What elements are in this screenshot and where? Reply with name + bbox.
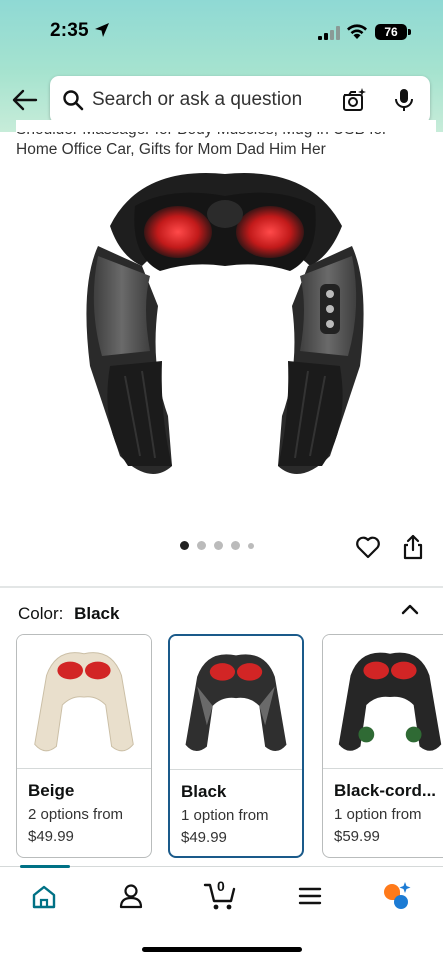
- color-option-count: 2 options from: [28, 806, 124, 823]
- home-icon[interactable]: [31, 884, 57, 910]
- nav-active-indicator: [20, 865, 70, 868]
- product-title[interactable]: Shoulder Massager for Body Muscles, Mug …: [16, 120, 436, 160]
- user-icon[interactable]: [119, 883, 143, 909]
- back-arrow-icon[interactable]: [12, 88, 38, 112]
- color-option-image: [323, 635, 443, 767]
- menu-icon[interactable]: [298, 886, 322, 906]
- color-option-card-black-cordless[interactable]: Black-cord... 1 option from $59.99: [322, 634, 443, 858]
- color-option-price: $49.99: [181, 829, 227, 846]
- card-separator: [17, 768, 151, 769]
- color-option-name: Beige: [28, 781, 75, 800]
- carousel-dot[interactable]: [180, 541, 189, 550]
- location-arrow-icon: [95, 23, 109, 37]
- carousel-dot[interactable]: [231, 541, 240, 550]
- color-options-list[interactable]: Beige 2 options from $49.99 Black 1 opti…: [16, 634, 443, 860]
- carousel-dot[interactable]: [214, 541, 223, 550]
- cart-count-badge: 0: [217, 878, 225, 894]
- color-selected-value: Black: [74, 604, 120, 623]
- home-indicator: [142, 947, 302, 952]
- color-option-name: Black: [181, 782, 227, 801]
- status-bar: 2:35 76: [0, 0, 443, 64]
- color-label: Color:: [18, 604, 64, 623]
- color-option-image: [17, 635, 151, 767]
- cellular-signal-icon: [318, 26, 340, 40]
- battery-cap: [408, 29, 411, 35]
- color-option-image: [170, 636, 302, 768]
- color-selector-heading: Color: Black: [18, 604, 119, 624]
- share-icon[interactable]: [402, 534, 424, 560]
- wifi-icon: [347, 24, 367, 39]
- product-title-line1: Shoulder Massager for Body Muscles, Mug …: [16, 121, 388, 138]
- color-option-price: $59.99: [334, 828, 380, 845]
- search-input[interactable]: Search or ask a question: [92, 76, 332, 124]
- camera-search-icon[interactable]: [341, 87, 367, 113]
- color-option-card-black[interactable]: Black 1 option from $49.99: [168, 634, 304, 858]
- microphone-icon[interactable]: [393, 87, 415, 113]
- product-image[interactable]: [80, 166, 370, 500]
- search-bar[interactable]: Search or ask a question: [50, 76, 430, 124]
- color-option-name: Black-cord...: [334, 781, 437, 800]
- color-option-count: 1 option from: [181, 807, 269, 824]
- color-option-count: 1 option from: [334, 806, 422, 823]
- chevron-up-icon[interactable]: [400, 601, 420, 617]
- heart-icon[interactable]: [355, 535, 381, 559]
- card-separator: [170, 769, 302, 770]
- section-divider: [0, 586, 443, 588]
- battery-level: 76: [375, 24, 407, 40]
- carousel-dot[interactable]: [197, 541, 206, 550]
- color-option-card-beige[interactable]: Beige 2 options from $49.99: [16, 634, 152, 858]
- carousel-dot[interactable]: [248, 542, 254, 549]
- assistant-icon[interactable]: [380, 880, 412, 912]
- card-separator: [323, 768, 443, 769]
- product-title-line2: Home Office Car, Gifts for Mom Dad Him H…: [16, 141, 326, 158]
- image-carousel-dots[interactable]: [180, 541, 254, 550]
- status-time: 2:35: [50, 20, 89, 41]
- bottom-navigation: 0: [0, 865, 443, 960]
- search-icon: [63, 90, 84, 111]
- color-option-price: $49.99: [28, 828, 74, 845]
